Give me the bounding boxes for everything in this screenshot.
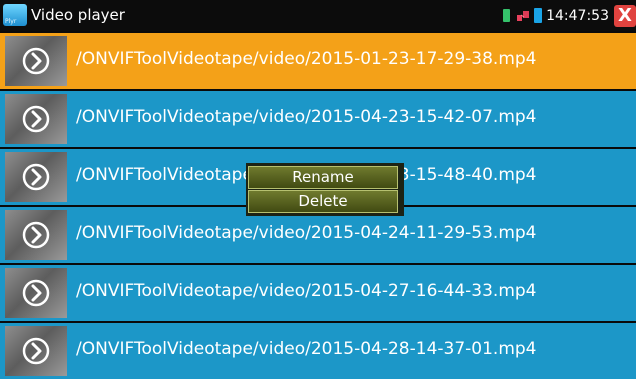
battery-icon <box>503 9 511 22</box>
file-path: /ONVIFToolVideotape/video/2015-04-23-15-… <box>76 107 537 127</box>
file-path: /ONVIFToolVideotape/video/2015-04-28-14-… <box>76 339 537 359</box>
status-bar: Plyr Video player 14:47:53 X <box>0 0 636 31</box>
file-path: /ONVIFToolVideotape/video/2015-04-24-11-… <box>76 223 537 243</box>
delete-button[interactable]: Delete <box>248 190 398 213</box>
file-path: /ONVIFToolVideotape/video/2015-01-23-17-… <box>76 49 537 69</box>
app-icon-text: Plyr <box>5 18 17 25</box>
network-icon <box>517 10 530 21</box>
file-path: /ONVIFToolVideotape/video/2015-04-27-16-… <box>76 281 537 301</box>
video-player-app-icon: Plyr <box>3 4 27 26</box>
video-thumbnail <box>5 152 67 202</box>
video-thumbnail <box>5 326 67 376</box>
clock: 14:47:53 <box>546 7 609 24</box>
play-icon <box>22 105 50 133</box>
video-thumbnail <box>5 36 67 86</box>
video-thumbnail <box>5 94 67 144</box>
file-row[interactable]: /ONVIFToolVideotape/video/2015-01-23-17-… <box>0 33 636 89</box>
play-icon <box>22 47 50 75</box>
video-thumbnail <box>5 210 67 260</box>
file-row[interactable]: /ONVIFToolVideotape/video/2015-04-23-15-… <box>0 91 636 147</box>
play-icon <box>22 163 50 191</box>
close-icon[interactable]: X <box>614 4 636 27</box>
status-indicators: 14:47:53 X <box>503 0 636 31</box>
file-row[interactable]: /ONVIFToolVideotape/video/2015-04-28-14-… <box>0 323 636 379</box>
play-icon <box>22 279 50 307</box>
video-thumbnail <box>5 268 67 318</box>
rename-button[interactable]: Rename <box>248 166 398 189</box>
app-title: Video player <box>31 6 125 24</box>
play-icon <box>22 337 50 365</box>
file-row[interactable]: /ONVIFToolVideotape/video/2015-04-27-16-… <box>0 265 636 321</box>
file-context-menu: Rename Delete <box>246 163 404 216</box>
storage-icon <box>534 8 543 23</box>
play-icon <box>22 221 50 249</box>
